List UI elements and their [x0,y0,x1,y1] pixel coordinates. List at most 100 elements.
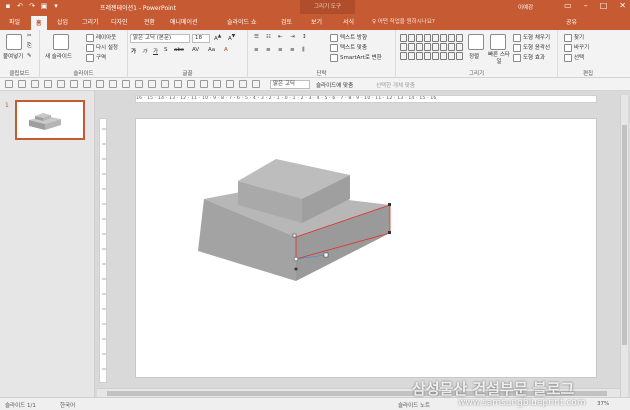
stepped-block-shape[interactable] [136,119,598,379]
tab-format[interactable]: 서식 [343,17,354,26]
shape-icon[interactable] [440,52,447,60]
tab-file[interactable]: 파일 [9,17,20,26]
shape-icon[interactable] [416,52,423,60]
font-size-combo[interactable]: 18 [192,34,210,43]
replace-button[interactable]: 바꾸기 [564,43,589,52]
zoom-level[interactable]: 37% [597,401,609,407]
tool-icon[interactable] [200,80,208,88]
quick-styles-icon[interactable] [490,34,506,50]
shape-icon[interactable] [408,52,415,60]
format-painter-icon[interactable]: ✎ [27,53,32,59]
tab-insert[interactable]: 삽입 [57,17,68,26]
shape-icon[interactable] [432,34,439,42]
tool-icon[interactable] [187,80,195,88]
bullets-icon[interactable]: ☰ [254,34,259,40]
save-icon[interactable]: ▪ [4,2,12,10]
tab-design[interactable]: 디자인 [111,17,128,26]
find-button[interactable]: 찾기 [564,33,584,42]
change-case-icon[interactable]: Aa [208,47,215,53]
shape-effects-button[interactable]: 도형 효과 [513,53,545,62]
columns-icon[interactable]: ⫼ [302,47,305,54]
tool-icon[interactable] [239,80,247,88]
vertical-scrollbar[interactable] [620,95,628,397]
shape-icon[interactable] [448,34,455,42]
tool-icon[interactable] [226,80,234,88]
slideshow-start-icon[interactable]: ▣ [40,2,48,10]
reset-button[interactable]: 다시 설정 [86,43,118,52]
tool-icon[interactable] [31,80,39,88]
shape-icon[interactable] [424,43,431,51]
increase-font-icon[interactable]: A▲ [214,34,221,42]
section-button[interactable]: 구역 [86,53,106,62]
font-color-icon[interactable]: A [224,47,228,53]
shape-icon[interactable] [448,52,455,60]
tool-icon[interactable] [174,80,182,88]
tool-icon[interactable] [18,80,26,88]
tool-icon[interactable] [70,80,78,88]
tool-icon[interactable] [148,80,156,88]
minimize-icon[interactable]: – [584,1,588,10]
numbering-icon[interactable]: ☷ [266,34,271,40]
tool-icon[interactable] [213,80,221,88]
new-slide-button[interactable]: 새 슬라이드 [45,52,72,60]
shape-icon[interactable] [448,43,455,51]
tool-icon[interactable] [5,80,13,88]
decrease-font-icon[interactable]: A▼ [228,34,235,42]
tool-icon[interactable] [109,80,117,88]
shape-icon[interactable] [440,43,447,51]
text-direction-button[interactable]: 텍스트 방향 [330,33,367,42]
decrease-indent-icon[interactable]: ⇤ [278,34,283,40]
new-slide-icon[interactable] [53,34,69,50]
shape-icon[interactable] [416,43,423,51]
tab-draw[interactable]: 그리기 [82,17,99,26]
shape-icon[interactable] [456,43,463,51]
vertical-scroll-thumb[interactable] [622,125,627,345]
notes-button[interactable]: 슬라이드 노트 [398,401,430,409]
font-name-combo[interactable]: 맑은 고딕 (본문) [130,34,190,43]
increase-indent-icon[interactable]: ⇥ [290,34,295,40]
fit-to-slide-button[interactable]: 슬라이드에 맞춤 [316,81,353,89]
close-icon[interactable]: ✕ [619,1,626,10]
tool-icon[interactable] [122,80,130,88]
user-name[interactable]: 이예강 [518,3,533,11]
shape-outline-button[interactable]: 도형 윤곽선 [513,43,550,52]
shadow-icon[interactable]: S [164,47,168,53]
slide-thumbnail-1[interactable] [15,100,85,140]
ribbon-display-icon[interactable]: ▭ [564,1,572,10]
align-selected-objects-button[interactable]: 선택한 개체 맞춤 [376,81,415,89]
tab-review[interactable]: 검토 [281,17,292,26]
shape-icon[interactable] [424,52,431,60]
tab-animations[interactable]: 애니메이션 [170,17,198,26]
shape-icon[interactable] [456,52,463,60]
share-button[interactable]: 공유 [566,17,577,26]
shape-icon[interactable] [400,52,407,60]
paste-button[interactable]: 붙여넣기 [3,52,23,60]
shape-icon[interactable] [432,52,439,60]
select-button[interactable]: 선택 [564,53,584,62]
shape-icon[interactable] [424,34,431,42]
bold-icon[interactable]: 가 [131,47,136,55]
customize-qat-icon[interactable]: ▾ [52,2,60,10]
arrange-icon[interactable] [468,34,484,50]
tool-icon[interactable] [57,80,65,88]
line-spacing-icon[interactable]: ↕ [302,34,307,40]
tab-slideshow[interactable]: 슬라이드 쇼 [227,17,257,26]
tab-home[interactable]: 홈 [31,16,47,30]
align-text-button[interactable]: 텍스트 맞춤 [330,43,367,52]
shape-fill-button[interactable]: 도형 채우기 [513,33,550,42]
shape-icon[interactable] [416,34,423,42]
shape-icon[interactable] [400,43,407,51]
font-combo-small[interactable]: 맑은 고딕 [270,80,310,89]
align-center-icon[interactable]: ≡ [266,47,271,53]
italic-icon[interactable]: 가 [142,47,147,55]
cut-icon[interactable]: ✂ [27,33,32,39]
tab-transitions[interactable]: 전환 [144,17,155,26]
tool-icon[interactable] [96,80,104,88]
shape-icon[interactable] [408,34,415,42]
shapes-gallery[interactable] [400,34,463,64]
shape-icon[interactable] [400,34,407,42]
arrange-button[interactable]: 정렬 [469,52,479,60]
layout-button[interactable]: 레이아웃 [86,33,116,42]
shape-icon[interactable] [440,34,447,42]
smartart-button[interactable]: SmartArt로 변환 [330,53,382,62]
